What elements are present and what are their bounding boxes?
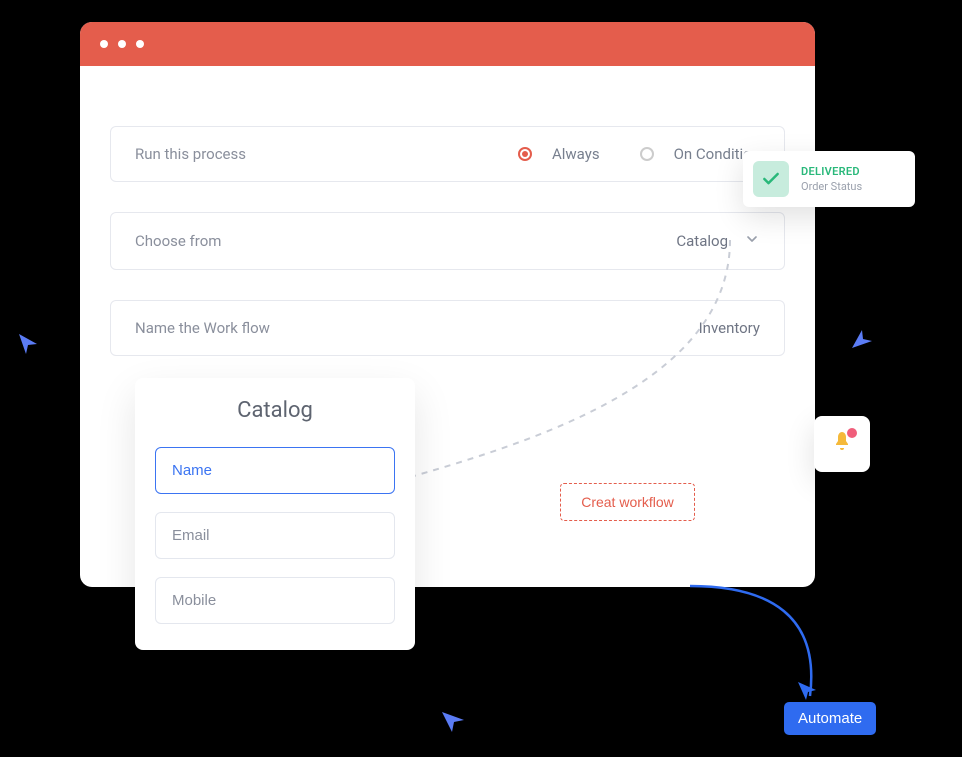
window-dot bbox=[136, 40, 144, 48]
notification-card[interactable] bbox=[814, 416, 870, 472]
create-workflow-label: Creat workflow bbox=[581, 494, 674, 510]
choose-from-value: Catalog bbox=[676, 232, 728, 250]
catalog-title: Catalog bbox=[155, 398, 395, 423]
cursor-icon bbox=[15, 330, 41, 356]
automate-button[interactable]: Automate bbox=[784, 702, 876, 735]
catalog-card: Catalog bbox=[135, 378, 415, 650]
delivered-status: DELIVERED bbox=[801, 165, 862, 178]
window-titlebar bbox=[80, 22, 815, 66]
bell-icon bbox=[830, 430, 854, 458]
window-dot bbox=[118, 40, 126, 48]
catalog-email-input[interactable] bbox=[155, 512, 395, 559]
choose-from-label: Choose from bbox=[135, 232, 221, 250]
name-workflow-label: Name the Work flow bbox=[135, 319, 270, 337]
run-process-row: Run this process Always On Condition bbox=[110, 126, 785, 182]
name-workflow-value: Inventory bbox=[699, 319, 760, 337]
cursor-icon bbox=[796, 680, 818, 702]
check-icon bbox=[753, 161, 789, 197]
delivered-text: DELIVERED Order Status bbox=[801, 165, 862, 193]
catalog-name-input[interactable] bbox=[155, 447, 395, 494]
radio-always-label: Always bbox=[552, 145, 600, 163]
cursor-icon bbox=[440, 708, 466, 734]
chevron-down-icon bbox=[744, 231, 760, 251]
automate-connector bbox=[680, 576, 860, 716]
radio-always[interactable] bbox=[518, 147, 532, 161]
delivered-card: DELIVERED Order Status bbox=[743, 151, 915, 207]
form-area: Run this process Always On Condition Cho… bbox=[80, 66, 815, 416]
automate-label: Automate bbox=[798, 710, 862, 727]
cursor-icon bbox=[848, 326, 874, 352]
notification-dot-icon bbox=[847, 428, 857, 438]
run-process-label: Run this process bbox=[135, 145, 246, 163]
name-workflow-row[interactable]: Name the Work flow Inventory bbox=[110, 300, 785, 356]
delivered-sub: Order Status bbox=[801, 180, 862, 193]
window-dot bbox=[100, 40, 108, 48]
catalog-mobile-input[interactable] bbox=[155, 577, 395, 624]
radio-on-condition[interactable] bbox=[640, 147, 654, 161]
create-workflow-button[interactable]: Creat workflow bbox=[560, 483, 695, 521]
choose-from-row[interactable]: Choose from Catalog bbox=[110, 212, 785, 270]
